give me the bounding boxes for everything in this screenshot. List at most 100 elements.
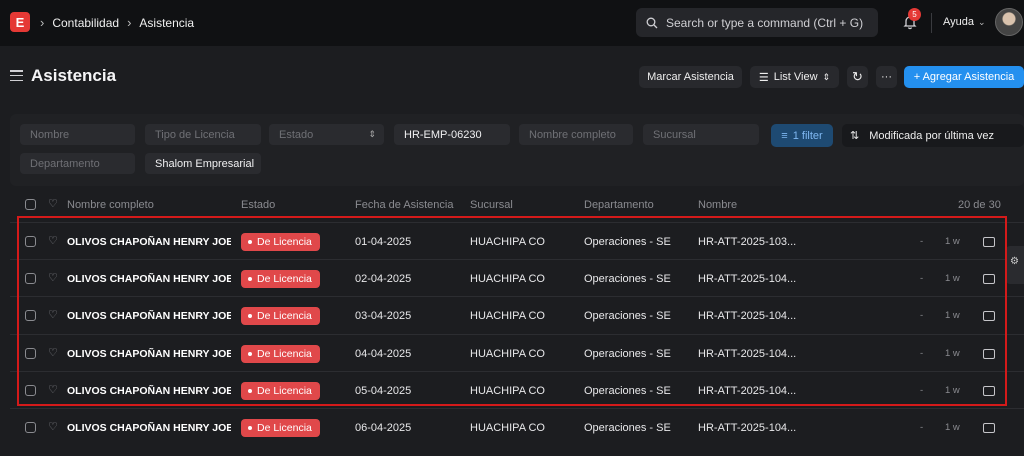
sucursal-filter-input[interactable]: Sucursal <box>643 124 759 145</box>
row-dash: - <box>920 310 924 321</box>
status-badge: De Licencia <box>241 307 320 325</box>
row-department: Operaciones - SE <box>584 422 671 434</box>
row-full-name[interactable]: OLIVOS CHAPOÑAN HENRY JOE <box>67 310 231 322</box>
estado-filter-select[interactable]: Estado ⇕ <box>269 124 384 145</box>
table-row[interactable]: ♡ OLIVOS CHAPOÑAN HENRY JOE De Licencia 02-… <box>10 259 1024 296</box>
table-row[interactable]: ♡ OLIVOS CHAPOÑAN HENRY JOE De Licencia 04-… <box>10 334 1024 371</box>
row-id[interactable]: HR-ATT-2025-104... <box>698 385 796 397</box>
refresh-button[interactable]: ↻ <box>847 66 868 88</box>
add-attendance-button[interactable]: + Agregar Asistencia <box>904 66 1024 88</box>
row-id[interactable]: HR-ATT-2025-103... <box>698 236 796 248</box>
nombre-completo-filter-input[interactable]: Nombre completo <box>519 124 633 145</box>
company-filter-input[interactable]: Shalom Empresarial <box>145 153 261 174</box>
status-label: De Licencia <box>257 422 312 434</box>
row-id[interactable]: HR-ATT-2025-104... <box>698 348 796 360</box>
row-checkbox[interactable] <box>25 348 36 359</box>
select-arrows-icon: ⇕ <box>368 129 376 139</box>
departamento-filter-input[interactable]: Departamento <box>20 153 135 174</box>
heart-icon[interactable]: ♡ <box>48 348 60 359</box>
row-department: Operaciones - SE <box>584 348 671 360</box>
row-id[interactable]: HR-ATT-2025-104... <box>698 422 796 434</box>
column-header-departamento[interactable]: Departamento <box>584 199 654 211</box>
status-badge: De Licencia <box>241 419 320 437</box>
app-logo[interactable]: E <box>10 12 30 32</box>
status-label: De Licencia <box>257 385 312 397</box>
row-department: Operaciones - SE <box>584 236 671 248</box>
row-branch: HUACHIPA CO <box>470 348 545 360</box>
heart-icon[interactable]: ♡ <box>48 422 60 433</box>
help-dropdown[interactable]: Ayuda ⌄ <box>943 16 986 28</box>
avatar[interactable] <box>995 8 1023 36</box>
status-dot-icon <box>248 240 252 244</box>
breadcrumb: › Contabilidad › Asistencia <box>40 15 194 30</box>
row-date: 06-04-2025 <box>355 422 412 434</box>
sidebar-toggle[interactable]: ⚙ <box>1006 246 1024 284</box>
row-id[interactable]: HR-ATT-2025-104... <box>698 310 796 322</box>
row-department: Operaciones - SE <box>584 385 671 397</box>
page-title: Asistencia <box>31 66 117 85</box>
tipo-licencia-filter-input[interactable]: Tipo de Licencia <box>145 124 261 145</box>
table-header: ♡ Nombre completo Estado Fecha de Asiste… <box>10 195 1024 215</box>
filter-panel: Nombre Tipo de Licencia Estado ⇕ HR-EMP-… <box>10 114 1024 186</box>
comment-icon[interactable] <box>983 237 995 247</box>
row-modified-time: 1 w <box>945 385 960 396</box>
comment-icon[interactable] <box>983 311 995 321</box>
row-id[interactable]: HR-ATT-2025-104... <box>698 273 796 285</box>
estado-placeholder: Estado <box>279 128 314 141</box>
row-checkbox[interactable] <box>25 236 36 247</box>
status-label: De Licencia <box>257 236 312 248</box>
row-full-name[interactable]: OLIVOS CHAPOÑAN HENRY JOE <box>67 236 231 248</box>
employee-filter-input[interactable]: HR-EMP-06230 <box>394 124 510 145</box>
mark-attendance-button[interactable]: Marcar Asistencia <box>639 66 742 88</box>
sort-button[interactable]: ⇅ Modificada por última vez <box>842 124 1024 147</box>
status-dot-icon <box>248 277 252 281</box>
row-dash: - <box>920 348 924 359</box>
column-header-nombre-completo[interactable]: Nombre completo <box>67 199 154 211</box>
heart-icon[interactable]: ♡ <box>48 273 60 284</box>
row-dash: - <box>920 236 924 247</box>
row-checkbox[interactable] <box>25 422 36 433</box>
column-header-nombre[interactable]: Nombre <box>698 199 737 211</box>
row-full-name[interactable]: OLIVOS CHAPOÑAN HENRY JOE <box>67 348 231 360</box>
breadcrumb-item-contabilidad[interactable]: Contabilidad <box>52 16 119 30</box>
table-row[interactable]: ♡ OLIVOS CHAPOÑAN HENRY JOE De Licencia 05-… <box>10 371 1024 408</box>
row-modified-time: 1 w <box>945 310 960 321</box>
comment-icon[interactable] <box>983 386 995 396</box>
heart-icon[interactable]: ♡ <box>48 385 60 396</box>
settings-sliders-icon: ⚙ <box>1010 256 1019 267</box>
record-count: 20 de 30 <box>958 199 1001 211</box>
column-header-sucursal[interactable]: Sucursal <box>470 199 513 211</box>
row-checkbox[interactable] <box>25 273 36 284</box>
row-branch: HUACHIPA CO <box>470 310 545 322</box>
comment-icon[interactable] <box>983 274 995 284</box>
table-row[interactable]: ♡ OLIVOS CHAPOÑAN HENRY JOE De Licencia 01-… <box>10 222 1024 259</box>
status-badge: De Licencia <box>241 270 320 288</box>
heart-icon[interactable]: ♡ <box>48 236 60 247</box>
breadcrumb-item-asistencia[interactable]: Asistencia <box>139 16 194 30</box>
row-checkbox[interactable] <box>25 385 36 396</box>
table-row[interactable]: ♡ OLIVOS CHAPOÑAN HENRY JOE De Licencia 06-… <box>10 408 1024 445</box>
filter-button[interactable]: ≡ 1 filter <box>771 124 833 147</box>
heart-icon[interactable]: ♡ <box>48 199 60 210</box>
row-checkbox[interactable] <box>25 310 36 321</box>
more-options-button[interactable]: ··· <box>876 66 897 88</box>
select-all-checkbox[interactable] <box>25 199 36 210</box>
heart-icon[interactable]: ♡ <box>48 310 60 321</box>
row-full-name[interactable]: OLIVOS CHAPOÑAN HENRY JOE <box>67 273 231 285</box>
column-header-estado[interactable]: Estado <box>241 199 275 211</box>
column-header-fecha[interactable]: Fecha de Asistencia <box>355 199 453 211</box>
view-switcher-button[interactable]: ☰ List View ⇕ <box>750 66 839 88</box>
comment-icon[interactable] <box>983 349 995 359</box>
comment-icon[interactable] <box>983 423 995 433</box>
divider <box>931 13 932 33</box>
table-row[interactable]: ♡ OLIVOS CHAPOÑAN HENRY JOE De Licencia 03-… <box>10 296 1024 333</box>
menu-icon[interactable] <box>10 70 23 81</box>
search-bar[interactable]: Search or type a command (Ctrl + G) <box>636 8 878 37</box>
filter-icon: ≡ <box>781 129 788 142</box>
row-dash: - <box>920 422 924 433</box>
row-modified-time: 1 w <box>945 348 960 359</box>
row-full-name[interactable]: OLIVOS CHAPOÑAN HENRY JOE <box>67 385 231 397</box>
notification-badge: 5 <box>908 8 921 21</box>
row-full-name[interactable]: OLIVOS CHAPOÑAN HENRY JOE <box>67 422 231 434</box>
nombre-filter-input[interactable]: Nombre <box>20 124 135 145</box>
